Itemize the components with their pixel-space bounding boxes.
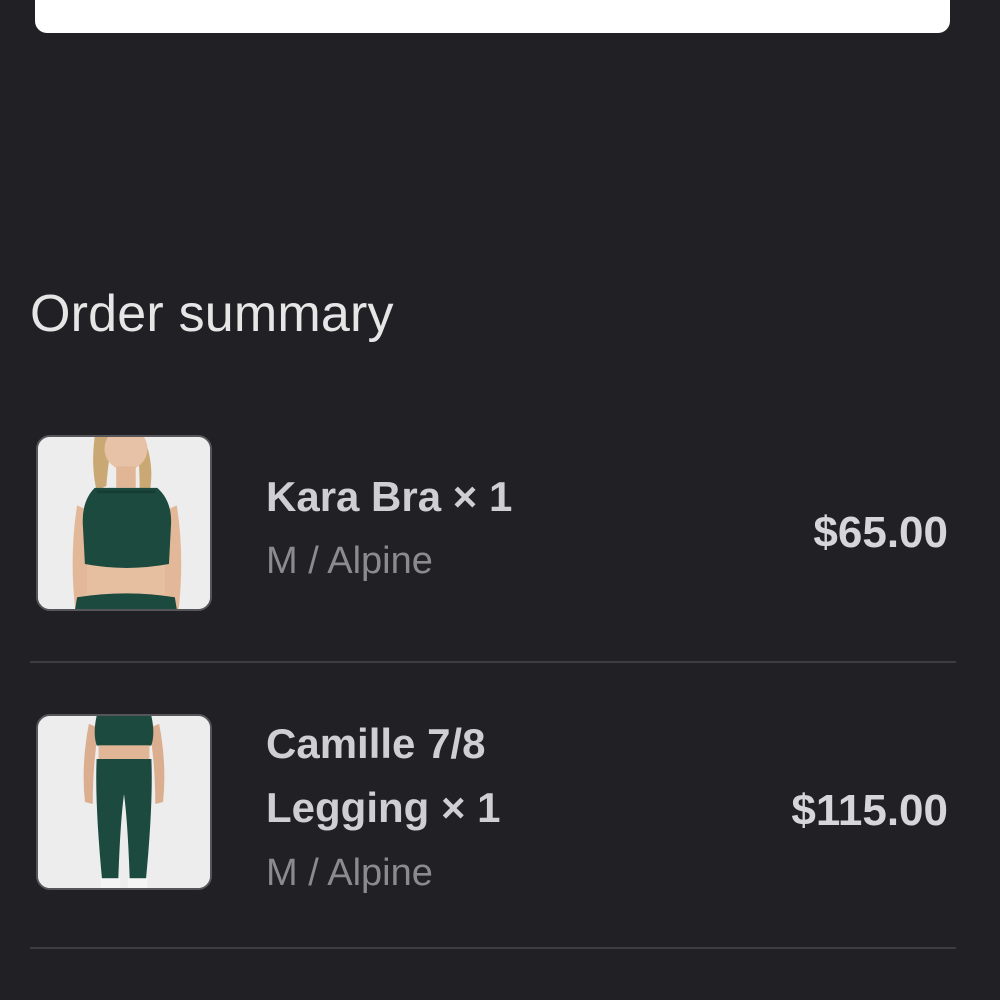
item-name-line1: Camille 7/8 [266, 720, 486, 767]
item-variant: M / Alpine [266, 852, 433, 894]
divider [30, 947, 956, 949]
item-variant: M / Alpine [266, 540, 433, 582]
checkout-page: Order summary Kara Bra × 1 M / Alpine $6… [0, 0, 1000, 1000]
product-thumbnail-bra [36, 435, 212, 611]
order-summary-title: Order summary [30, 285, 394, 343]
product-photo-legging-icon [38, 716, 210, 888]
item-name-line2: Legging × 1 [266, 784, 501, 831]
divider [30, 661, 956, 663]
item-name: Kara Bra × 1 [266, 473, 513, 520]
item-price: $115.00 [791, 786, 948, 835]
input-card[interactable] [35, 0, 950, 33]
product-thumbnail-legging [36, 714, 212, 890]
item-price: $65.00 [813, 508, 948, 557]
product-photo-bra-icon [38, 437, 210, 609]
